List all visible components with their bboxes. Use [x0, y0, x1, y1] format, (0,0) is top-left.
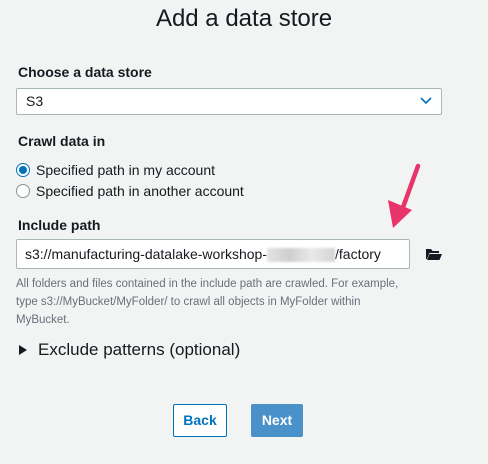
include-path-input[interactable]: s3://manufacturing-datalake-workshop- /fa… [16, 239, 410, 269]
radio-my-account[interactable]: Specified path in my account [16, 162, 215, 178]
next-button[interactable]: Next [251, 404, 303, 437]
page-title: Add a data store [155, 5, 333, 32]
exclude-patterns-label: Exclude patterns (optional) [38, 340, 241, 359]
data-store-selected-value: S3 [26, 93, 44, 109]
radio-my-account-label: Specified path in my account [36, 162, 215, 178]
include-path-value-prefix: s3://manufacturing-datalake-workshop- [25, 246, 268, 262]
caret-right-icon [19, 345, 27, 355]
redacted-text [267, 248, 336, 263]
radio-button-unchecked[interactable] [16, 184, 30, 198]
help-line-1: All folders and files contained in the i… [16, 278, 399, 290]
radio-another-account-label: Specified path in another account [36, 183, 244, 199]
include-path-value-suffix: /factory [335, 246, 381, 262]
red-arrow-icon [388, 163, 421, 228]
include-path-help: All folders and files contained in the i… [16, 275, 456, 329]
data-store-select[interactable]: S3 [16, 88, 442, 115]
back-button[interactable]: Back [173, 404, 227, 437]
data-store-label: Choose a data store [18, 64, 152, 80]
help-line-2: type s3://MyBucket/MyFolder/ to crawl al… [16, 296, 361, 308]
exclude-patterns-toggle[interactable]: Exclude patterns (optional) [18, 340, 240, 360]
radio-another-account[interactable]: Specified path in another account [16, 183, 244, 199]
folder-open-icon[interactable] [425, 246, 443, 262]
include-path-label: Include path [18, 217, 101, 233]
radio-button-checked[interactable] [16, 163, 30, 177]
help-line-3: MyBucket. [16, 314, 70, 326]
crawl-data-label: Crawl data in [18, 133, 106, 149]
chevron-down-icon [420, 97, 432, 105]
